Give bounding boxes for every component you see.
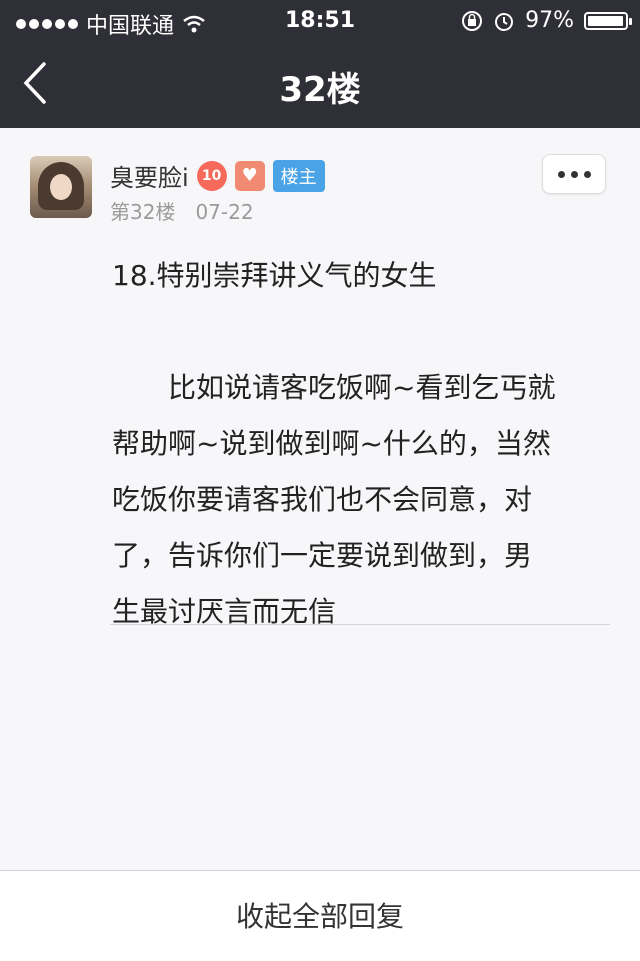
body-line: 了，告诉你们一定要说到做到，男 [112, 539, 533, 572]
divider [110, 624, 610, 625]
rotation-lock-icon [462, 10, 483, 31]
dot-icon [570, 170, 578, 178]
post-title: 18.特别崇拜讲义气的女生 [112, 259, 437, 292]
body-line: 帮助啊~说到做到啊~什么的，当然 [112, 427, 551, 460]
post-meta: 第32楼 07-22 [110, 196, 254, 225]
battery-icon [584, 11, 632, 30]
post-content: 臭要脸i 10 ♥ 楼主 第32楼 07-22 18.特别崇拜讲义气的女生 比如说… [0, 128, 640, 870]
username[interactable]: 臭要脸i [110, 158, 189, 193]
body-line: 吃饭你要请客我们也不会同意，对 [112, 483, 533, 516]
owner-badge: 楼主 [272, 159, 325, 192]
top-bar: 中国联通 18:51 97% 32楼 [0, 0, 640, 128]
status-bar: 中国联通 18:51 97% [0, 0, 640, 40]
dot-icon [557, 170, 565, 178]
page-title: 32楼 [279, 70, 361, 110]
dot-icon [583, 170, 591, 178]
body-line: 生最讨厌言而无信 [112, 595, 337, 628]
status-right: 97% [461, 8, 632, 33]
user-line: 臭要脸i 10 ♥ 楼主 [110, 158, 325, 193]
avatar[interactable] [30, 156, 92, 218]
member-badge-icon: ♥ [234, 160, 265, 191]
body-line: 比如说请客吃饭啊~看到乞丐就 [112, 371, 556, 404]
battery-percent: 97% [525, 8, 574, 33]
floor-number: 第32楼 [110, 200, 176, 224]
nav-bar: 32楼 [0, 40, 640, 128]
post-body: 比如说请客吃饭啊~看到乞丐就 帮助啊~说到做到啊~什么的，当然 吃饭你要请客我们… [112, 360, 612, 640]
post-date: 07-22 [195, 200, 254, 224]
collapse-replies-button[interactable]: 收起全部回复 [0, 895, 640, 935]
bottom-bar: 收起全部回复 [0, 870, 640, 961]
level-badge: 10 [196, 160, 227, 191]
alarm-icon [495, 12, 514, 31]
more-options-button[interactable] [542, 154, 606, 194]
